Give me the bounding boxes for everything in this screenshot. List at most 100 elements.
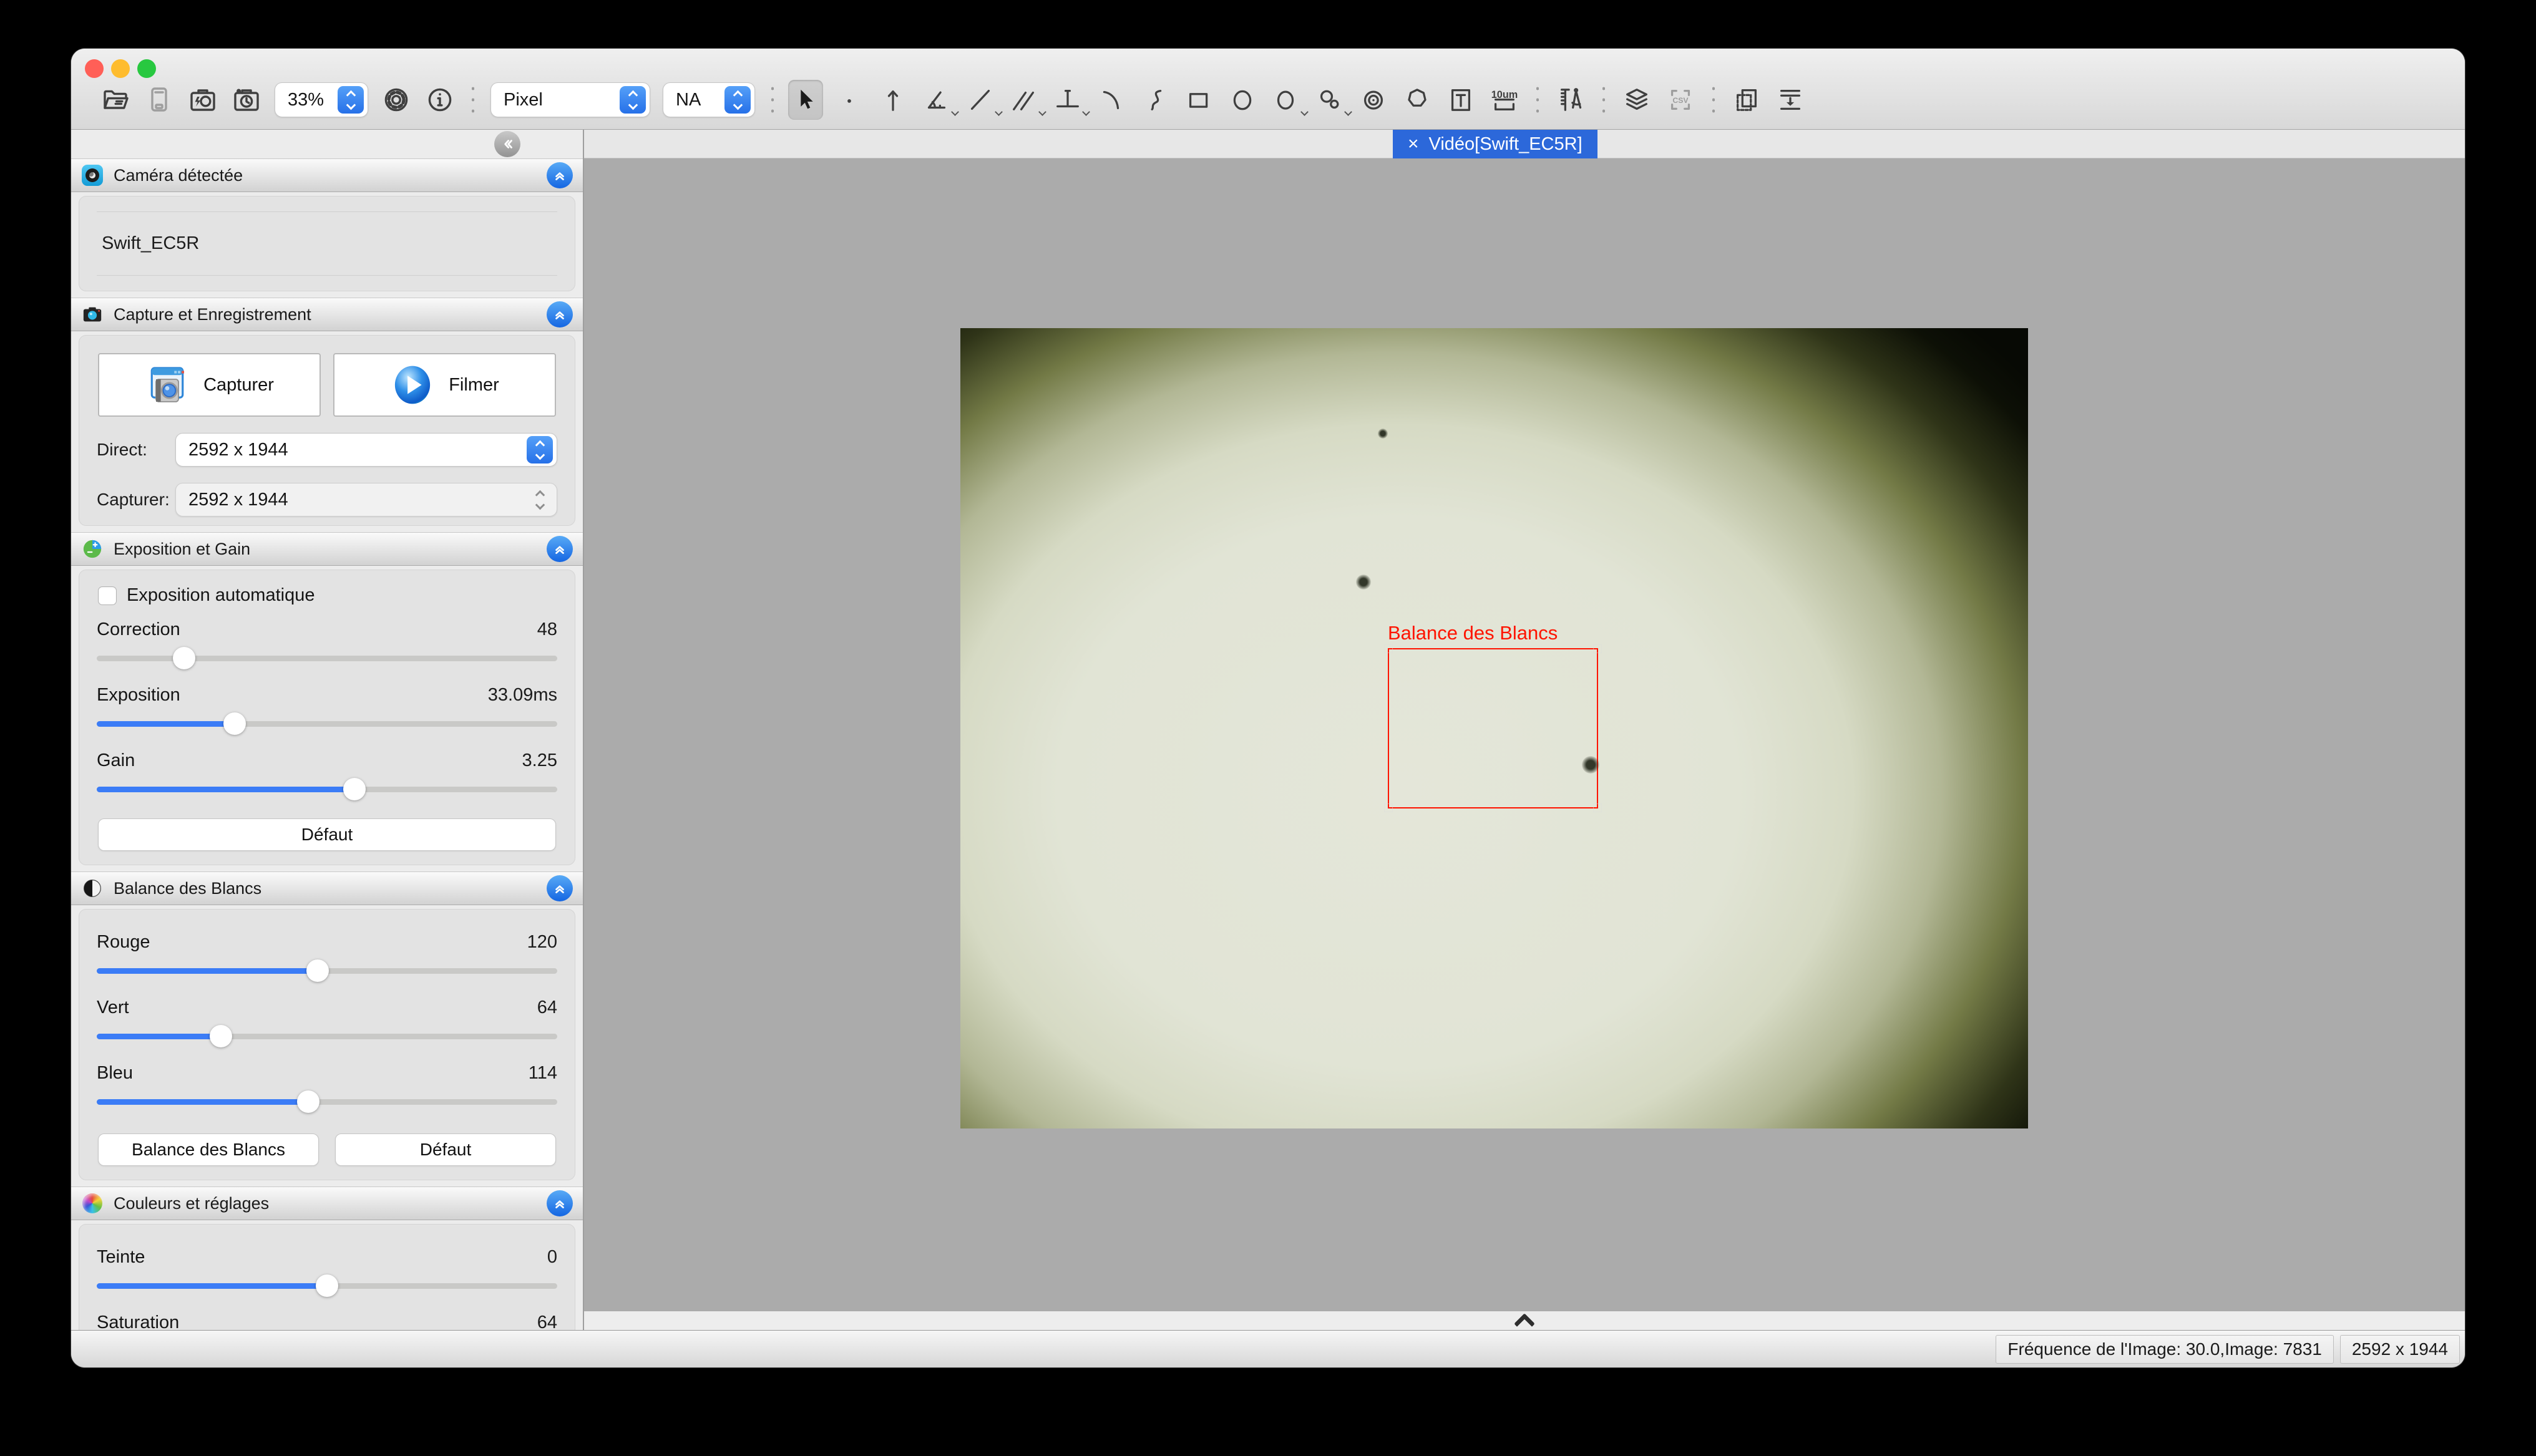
curve-icon bbox=[1141, 85, 1169, 114]
parallel-lines-tool-button[interactable] bbox=[1007, 80, 1041, 120]
export-measurements-button[interactable] bbox=[1773, 80, 1808, 120]
snap-resolution-label: Capturer: bbox=[97, 490, 175, 510]
slider-thumb[interactable] bbox=[316, 1274, 338, 1297]
live-resolution-select[interactable]: 2592 x 1944 bbox=[175, 433, 557, 467]
roi-handle[interactable] bbox=[1384, 644, 1393, 653]
zoom-level-select[interactable]: 33% bbox=[275, 82, 368, 117]
roi-handle[interactable] bbox=[1384, 803, 1393, 812]
red-slider[interactable] bbox=[97, 958, 557, 984]
na-select[interactable]: NA bbox=[663, 82, 755, 117]
info-button[interactable] bbox=[422, 80, 457, 120]
chevron-down-icon bbox=[1300, 108, 1309, 116]
white-balance-roi[interactable]: Balance des Blancs bbox=[1388, 648, 1598, 808]
slider-label: Exposition bbox=[97, 685, 180, 706]
perpendicular-icon bbox=[1053, 85, 1082, 114]
calipers-button[interactable] bbox=[1553, 80, 1588, 120]
panel-header-capture: Capture et Enregistrement bbox=[71, 298, 583, 331]
video-workspace: × Vidéo[Swift_EC5R] Balance des Blancs bbox=[584, 130, 2465, 1330]
hue-slider[interactable] bbox=[97, 1273, 557, 1299]
roi-handle[interactable] bbox=[1593, 644, 1602, 653]
concentric-circles-icon bbox=[1359, 85, 1388, 114]
camera-list-item[interactable]: Swift_EC5R bbox=[97, 211, 557, 276]
white-balance-icon bbox=[81, 877, 104, 900]
dust-speck bbox=[1356, 575, 1371, 590]
roi-label: Balance des Blancs bbox=[1388, 622, 1558, 644]
collapse-sidebar-button[interactable] bbox=[494, 131, 520, 157]
collapse-panel-button[interactable] bbox=[547, 301, 573, 328]
slider-thumb[interactable] bbox=[306, 959, 329, 982]
duplicate-button[interactable] bbox=[1729, 80, 1764, 120]
snap-resolution-select[interactable]: 2592 x 1944 bbox=[175, 483, 557, 517]
white-balance-button[interactable]: Balance des Blancs bbox=[98, 1133, 319, 1166]
arc-tool-button[interactable] bbox=[1094, 80, 1129, 120]
rectangle-tool-button[interactable] bbox=[1181, 80, 1216, 120]
perpendicular-tool-button[interactable] bbox=[1050, 80, 1085, 120]
layers-button[interactable] bbox=[1619, 80, 1654, 120]
stepper-icon bbox=[620, 86, 646, 114]
slider-label: Rouge bbox=[97, 932, 150, 953]
point-tool-button[interactable] bbox=[832, 80, 867, 120]
chevrons-up-icon bbox=[552, 1195, 568, 1211]
ellipse-tool-button[interactable] bbox=[1225, 80, 1260, 120]
concentric-circles-tool-button[interactable] bbox=[1356, 80, 1391, 120]
point-icon bbox=[835, 85, 864, 114]
polygon-tool-button[interactable] bbox=[1400, 80, 1435, 120]
status-bar: Fréquence de l'Image: 30.0,Image: 7831 2… bbox=[71, 1330, 2465, 1367]
slider-label: Correction bbox=[97, 619, 180, 640]
correction-slider[interactable] bbox=[97, 645, 557, 671]
cursor-tool-button[interactable] bbox=[788, 80, 823, 120]
curve-tool-button[interactable] bbox=[1138, 80, 1173, 120]
slider-thumb[interactable] bbox=[210, 1025, 232, 1047]
tab-video[interactable]: × Vidéo[Swift_EC5R] bbox=[1393, 130, 1597, 158]
auto-exposure-checkbox[interactable] bbox=[98, 586, 117, 605]
close-tab-icon[interactable]: × bbox=[1408, 135, 1419, 153]
slider-thumb[interactable] bbox=[173, 647, 195, 669]
white-balance-default-button[interactable]: Défaut bbox=[335, 1133, 556, 1166]
arrow-tool-button[interactable] bbox=[875, 80, 910, 120]
green-slider[interactable] bbox=[97, 1023, 557, 1049]
collapse-panel-button[interactable] bbox=[547, 1190, 573, 1216]
settings-button[interactable] bbox=[379, 80, 414, 120]
slider-value: 33.09ms bbox=[488, 685, 557, 706]
bottom-drawer-toggle[interactable] bbox=[584, 1311, 2465, 1330]
capture-button[interactable]: Capturer bbox=[98, 353, 321, 417]
save-button[interactable] bbox=[142, 80, 177, 120]
line-tool-button[interactable] bbox=[963, 80, 998, 120]
duplicate-icon bbox=[1732, 85, 1761, 114]
open-folder-button[interactable] bbox=[98, 80, 133, 120]
collapse-panel-button[interactable] bbox=[547, 162, 573, 188]
camera-timer-icon bbox=[232, 85, 261, 115]
circle-tool-button[interactable] bbox=[1269, 80, 1304, 120]
slider-thumb[interactable] bbox=[343, 778, 366, 800]
panel-title: Capture et Enregistrement bbox=[114, 305, 311, 324]
camera-timer-button[interactable] bbox=[229, 80, 264, 120]
scale-bar-tool-button[interactable]: 10um bbox=[1487, 80, 1522, 120]
zoom-level-value: 33% bbox=[288, 90, 334, 110]
capture-button-label: Capturer bbox=[203, 375, 274, 396]
blue-slider[interactable] bbox=[97, 1089, 557, 1115]
stepper-icon bbox=[527, 486, 553, 513]
roi-handle[interactable] bbox=[1593, 803, 1602, 812]
record-button[interactable]: Filmer bbox=[333, 353, 556, 417]
gain-slider[interactable] bbox=[97, 776, 557, 802]
collapse-panel-button[interactable] bbox=[547, 536, 573, 562]
chevron-down-icon bbox=[995, 108, 1003, 116]
slider-thumb[interactable] bbox=[297, 1090, 319, 1113]
panel-title: Caméra détectée bbox=[114, 166, 243, 185]
panel-title: Couleurs et réglages bbox=[114, 1194, 269, 1213]
angle-tool-button[interactable] bbox=[919, 80, 954, 120]
chevron-up-icon bbox=[1514, 1313, 1535, 1330]
tab-bar: × Vidéo[Swift_EC5R] bbox=[584, 130, 2465, 158]
linked-circles-tool-button[interactable] bbox=[1312, 80, 1347, 120]
text-tool-button[interactable] bbox=[1443, 80, 1478, 120]
slider-thumb[interactable] bbox=[223, 712, 246, 735]
record-button-label: Filmer bbox=[449, 375, 499, 396]
camera-sidebar: Caméra détectée Swift_EC5R Capture et En… bbox=[71, 130, 584, 1330]
csv-export-button[interactable]: CSV bbox=[1663, 80, 1698, 120]
exposure-default-button[interactable]: Défaut bbox=[98, 818, 556, 851]
exposure-slider[interactable] bbox=[97, 711, 557, 737]
collapse-panel-button[interactable] bbox=[547, 875, 573, 901]
dust-speck bbox=[1378, 429, 1388, 439]
unit-select[interactable]: Pixel bbox=[490, 82, 650, 117]
camera-flash-button[interactable] bbox=[185, 80, 220, 120]
